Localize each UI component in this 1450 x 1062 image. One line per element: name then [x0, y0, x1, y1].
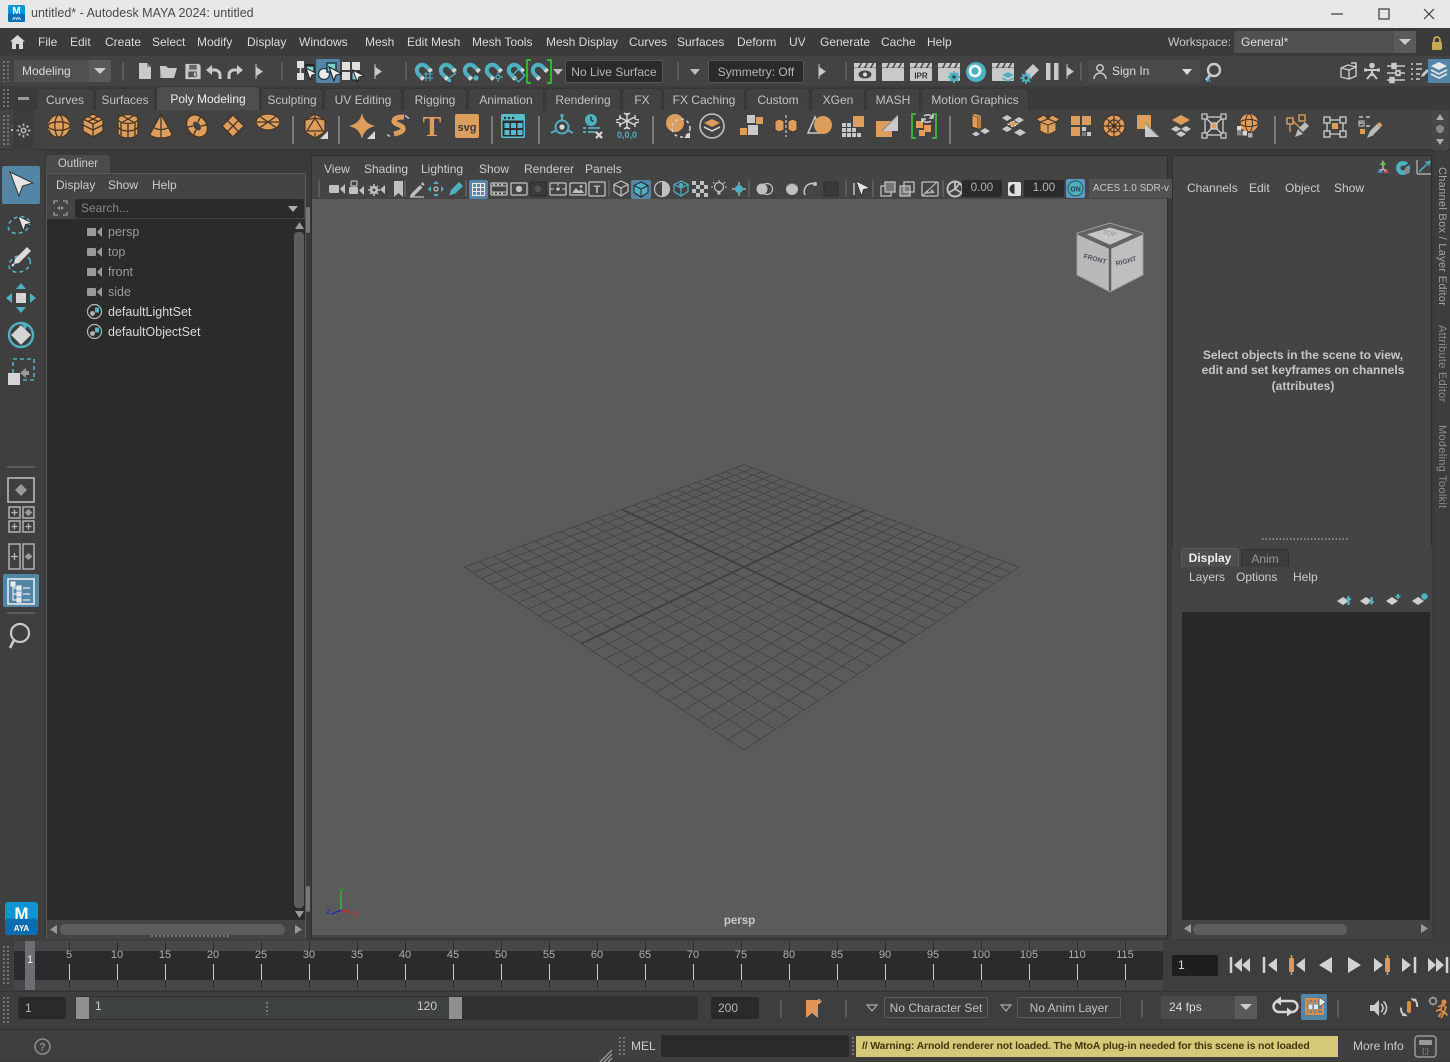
svg-text:AYA: AYA [12, 16, 21, 21]
svg-text:{;}: {;} [1422, 1047, 1430, 1056]
svg-text:IPR: IPR [914, 72, 928, 81]
svg-text:y: y [339, 885, 344, 895]
svg-text:M: M [14, 904, 28, 923]
svg-text:?: ? [39, 1042, 46, 1054]
svg-text:T: T [423, 112, 442, 143]
svg-text:T: T [594, 184, 601, 196]
svg-text:0,0,0: 0,0,0 [617, 130, 637, 140]
svg-text:x: x [1206, 74, 1211, 84]
svg-text:ON: ON [1070, 187, 1081, 194]
svg-text:svg: svg [458, 122, 477, 134]
svg-text:AYA: AYA [14, 924, 30, 933]
